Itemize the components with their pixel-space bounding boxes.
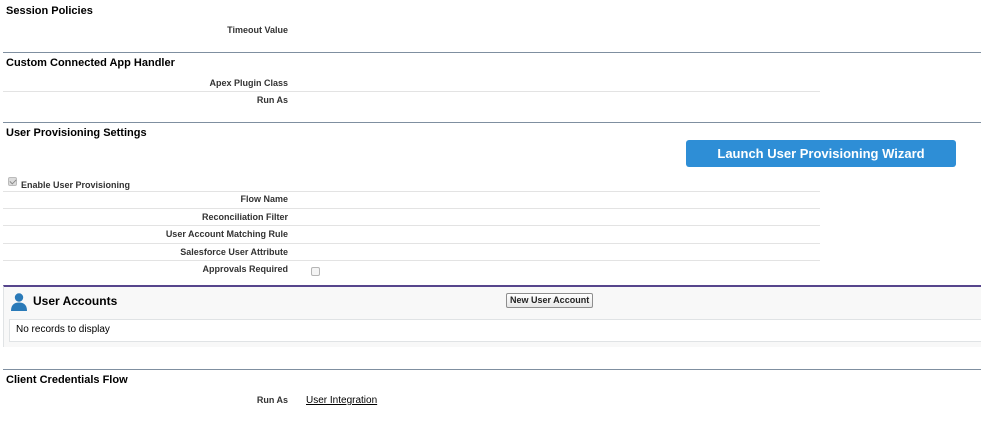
- timeout-value-label: Timeout Value: [227, 25, 288, 35]
- section-divider: [3, 122, 981, 123]
- section-title-connected-app-handler: Custom Connected App Handler: [6, 57, 175, 69]
- enable-user-provisioning-checkbox[interactable]: [8, 177, 17, 186]
- approvals-required-label: Approvals Required: [202, 264, 288, 274]
- apex-plugin-class-label: Apex Plugin Class: [209, 78, 288, 88]
- approvals-required-checkbox[interactable]: [311, 267, 320, 276]
- user-accounts-title: User Accounts: [33, 294, 118, 308]
- no-records-message: No records to display: [16, 324, 110, 335]
- launch-provisioning-wizard-button[interactable]: Launch User Provisioning Wizard: [686, 140, 956, 167]
- client-credentials-run-as-label: Run As: [256, 395, 288, 405]
- row-divider: [3, 225, 820, 226]
- salesforce-user-attribute-label: Salesforce User Attribute: [180, 247, 288, 257]
- run-as-user-link[interactable]: User Integration: [306, 395, 377, 406]
- reconciliation-filter-label: Reconciliation Filter: [201, 212, 288, 222]
- section-divider: [3, 369, 981, 370]
- flow-name-label: Flow Name: [240, 194, 288, 204]
- row-divider: [3, 191, 820, 192]
- section-title-user-provisioning: User Provisioning Settings: [6, 127, 147, 139]
- row-divider: [3, 208, 820, 209]
- row-divider: [3, 91, 820, 92]
- user-icon: [11, 293, 27, 311]
- section-title-session-policies: Session Policies: [6, 5, 93, 17]
- user-accounts-list-body: No records to display: [9, 319, 981, 342]
- account-matching-rule-label: User Account Matching Rule: [165, 229, 288, 239]
- run-as-label: Run As: [256, 95, 288, 105]
- enable-user-provisioning-label: Enable User Provisioning: [21, 180, 131, 190]
- section-divider: [3, 52, 981, 53]
- user-accounts-related-list: User Accounts New User Account No record…: [3, 285, 981, 347]
- row-divider: [3, 260, 820, 261]
- new-user-account-button[interactable]: New User Account: [506, 293, 594, 308]
- row-divider: [3, 243, 820, 244]
- section-title-client-credentials: Client Credentials Flow: [6, 374, 128, 386]
